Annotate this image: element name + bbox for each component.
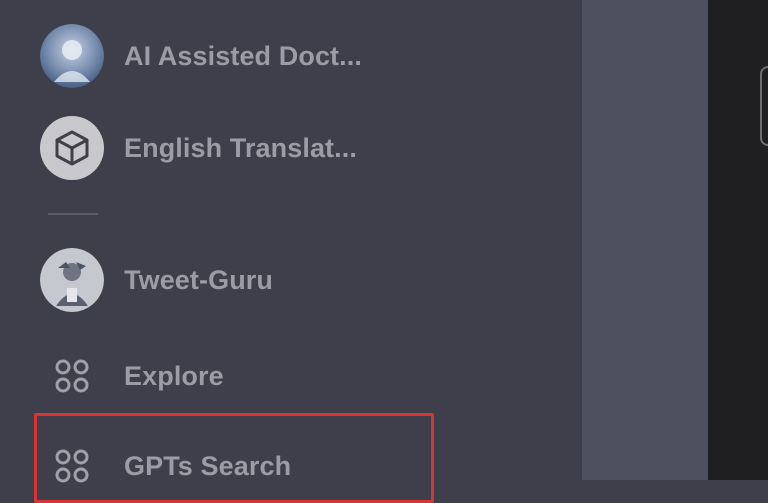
- sidebar-item-tweet-guru[interactable]: Tweet-Guru: [40, 246, 560, 314]
- sidebar-item-label: Tweet-Guru: [124, 264, 273, 295]
- sidebar: AI Assisted Doct... English Translat...: [0, 0, 582, 503]
- scroll-gutter: [582, 0, 708, 480]
- sidebar-item-english-translator[interactable]: English Translat...: [40, 114, 560, 182]
- tweet-guru-avatar-icon: [40, 248, 104, 312]
- highlight-box: [34, 413, 434, 503]
- cube-icon: [40, 116, 104, 180]
- grid-circles-icon: [40, 344, 104, 408]
- sidebar-item-ai-assisted-doctor[interactable]: AI Assisted Doct...: [40, 22, 560, 90]
- main-panel-box: [760, 66, 768, 146]
- sidebar-item-label: AI Assisted Doct...: [124, 40, 362, 71]
- divider: [48, 213, 98, 215]
- doctor-avatar-icon: [40, 24, 104, 88]
- sidebar-item-label: English Translat...: [124, 132, 357, 163]
- sidebar-item-explore[interactable]: Explore: [40, 342, 560, 410]
- main-panel: [708, 0, 768, 480]
- sidebar-item-label: Explore: [124, 360, 224, 391]
